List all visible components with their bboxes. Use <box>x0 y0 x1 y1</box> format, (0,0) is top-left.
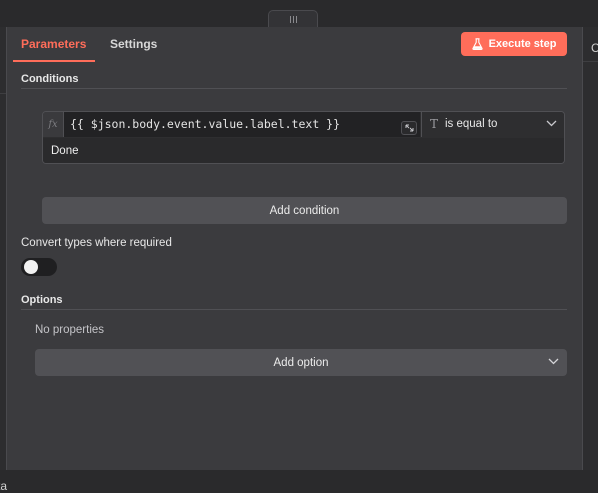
condition-right-value-input[interactable]: Done <box>43 138 564 163</box>
tab-bar: Parameters Settings Execute step <box>7 27 582 62</box>
condition-left-row: fx {{ $json.body.event.value.label.text … <box>43 112 564 139</box>
conditions-divider <box>21 88 567 89</box>
string-type-icon: T <box>430 117 439 131</box>
execute-step-button[interactable]: Execute step <box>461 32 567 56</box>
add-condition-button[interactable]: Add condition <box>42 197 567 224</box>
convert-types-label: Convert types where required <box>21 237 172 249</box>
execute-step-label: Execute step <box>488 38 557 50</box>
chevron-down-icon <box>546 120 557 127</box>
flask-icon <box>471 38 483 50</box>
options-divider <box>21 309 567 310</box>
condition-row: fx {{ $json.body.event.value.label.text … <box>42 111 565 164</box>
canvas-top-strip <box>0 0 598 28</box>
background-right-panel: C <box>583 27 598 470</box>
open-expression-editor-icon[interactable] <box>401 121 417 135</box>
expression-mode-badge: fx <box>43 112 64 137</box>
toggle-knob <box>24 260 38 274</box>
tab-parameters[interactable]: Parameters <box>21 37 86 51</box>
tab-settings[interactable]: Settings <box>110 37 157 51</box>
node-parameters-panel: Parameters Settings Execute step Conditi… <box>6 27 583 470</box>
convert-types-toggle[interactable] <box>21 258 57 276</box>
left-panel-text-fragment: ta <box>0 479 8 493</box>
add-option-button[interactable]: Add option <box>35 349 567 376</box>
condition-operator-select[interactable]: T is equal to <box>421 112 564 137</box>
drag-grip-icon <box>289 16 297 23</box>
expand-arrow-icon <box>405 124 413 132</box>
operator-label: is equal to <box>445 118 498 130</box>
no-properties-text: No properties <box>35 324 105 336</box>
panel-drag-handle[interactable] <box>268 10 318 28</box>
chevron-down-icon <box>548 358 559 365</box>
condition-left-value-input[interactable]: {{ $json.body.event.value.label.text }} <box>64 112 420 137</box>
active-tab-indicator <box>13 60 95 62</box>
conditions-title: Conditions <box>21 73 79 85</box>
right-panel-divider <box>583 61 598 62</box>
add-option-label: Add option <box>273 356 329 369</box>
right-panel-text-fragment: C <box>591 41 598 55</box>
options-title: Options <box>21 294 63 306</box>
